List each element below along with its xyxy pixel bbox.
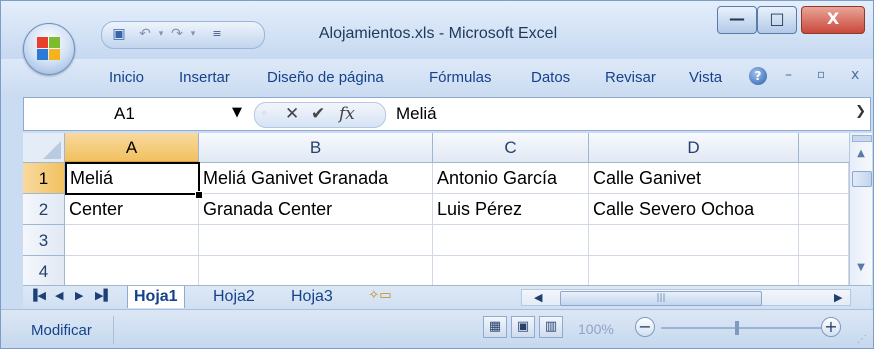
cell-c1[interactable]: Antonio García: [433, 163, 589, 194]
vertical-scrollbar[interactable]: ▲ ▼: [849, 133, 872, 285]
column-header-b[interactable]: B: [199, 133, 433, 163]
tab-vista[interactable]: Vista: [689, 69, 722, 86]
status-bar: Modificar ▦ ▣ ▥ 100% − + ⋰: [1, 309, 873, 348]
scroll-right-icon[interactable]: ▶: [834, 291, 842, 304]
workbook-restore-icon[interactable]: ▫: [817, 67, 825, 81]
tab-revisar[interactable]: Revisar: [605, 69, 656, 86]
help-icon[interactable]: ?: [749, 67, 767, 85]
cell-b3[interactable]: [199, 225, 433, 256]
cell-a1[interactable]: Meliá: [65, 162, 200, 195]
vertical-scroll-thumb[interactable]: [852, 171, 872, 187]
horizontal-scroll-thumb[interactable]: |||: [560, 291, 762, 306]
cell-d4[interactable]: [589, 256, 799, 285]
workbook-minimize-icon[interactable]: –: [785, 67, 792, 83]
cell-d3[interactable]: [589, 225, 799, 256]
grip-icon: ◦: [261, 107, 268, 120]
enter-icon[interactable]: ✔: [311, 104, 325, 124]
office-button[interactable]: [23, 23, 75, 75]
cancel-icon[interactable]: ✕: [285, 104, 299, 124]
sheet-tab-hoja1[interactable]: Hoja1: [127, 286, 185, 308]
office-logo-icon: [37, 37, 61, 61]
vertical-split-box[interactable]: [852, 135, 872, 142]
status-mode: Modificar: [31, 322, 92, 339]
column-header-e[interactable]: [799, 133, 849, 163]
title-bar: ▣ ↶ ▾ ↷ ▾ ≡ Alojamientos.xls - Microsoft…: [1, 1, 873, 59]
cell-b4[interactable]: [199, 256, 433, 285]
cell-b1[interactable]: Meliá Ganivet Granada: [199, 163, 433, 194]
minimize-button[interactable]: —: [717, 6, 757, 34]
sheet-tabs-bar: ▐◀ ◀ ▶ ▶▌ Hoja1 Hoja2 Hoja3 ✧▭ ◀ ||| ▶: [23, 285, 871, 310]
status-separator: [113, 316, 114, 344]
zoom-slider[interactable]: [661, 327, 821, 329]
insert-function-icon[interactable]: fx: [339, 104, 355, 124]
scroll-down-icon[interactable]: ▼: [852, 261, 870, 275]
column-header-c[interactable]: C: [433, 133, 589, 163]
sheet-tab-hoja3[interactable]: Hoja3: [291, 286, 333, 308]
row-header-2[interactable]: 2: [23, 194, 65, 225]
formula-buttons: ◦ ✕ ✔ fx: [254, 102, 386, 128]
zoom-level[interactable]: 100%: [578, 321, 614, 337]
formula-bar: A1 ▼ ◦ ✕ ✔ fx Meliá ❯: [23, 97, 871, 131]
workbook-close-icon[interactable]: x: [851, 67, 859, 83]
last-sheet-icon[interactable]: ▶▌: [95, 289, 112, 302]
sheet-tab-hoja2[interactable]: Hoja2: [213, 286, 255, 308]
normal-view-button[interactable]: ▦: [483, 316, 507, 338]
select-all-button[interactable]: [23, 133, 65, 163]
scroll-up-icon[interactable]: ▲: [852, 147, 870, 161]
minimize-icon: —: [729, 9, 745, 28]
cell-e3[interactable]: [799, 225, 849, 256]
cell-e4[interactable]: [799, 256, 849, 285]
column-header-d[interactable]: D: [589, 133, 799, 163]
cell-d2[interactable]: Calle Severo Ochoa: [589, 194, 799, 225]
excel-window: ▣ ↶ ▾ ↷ ▾ ≡ Alojamientos.xls - Microsoft…: [0, 0, 874, 349]
next-sheet-icon[interactable]: ▶: [75, 289, 83, 302]
expand-formula-bar-icon[interactable]: ❯: [855, 104, 866, 119]
page-layout-view-button[interactable]: ▣: [511, 316, 535, 338]
tab-datos[interactable]: Datos: [531, 69, 570, 86]
zoom-slider-thumb[interactable]: [735, 321, 739, 335]
zoom-out-icon[interactable]: −: [635, 317, 655, 337]
name-box-dropdown-icon[interactable]: ▼: [232, 105, 242, 120]
spreadsheet-grid: A B C D 1 2 3 4 Meliá Ganivet Granada An…: [23, 133, 849, 285]
tab-formulas[interactable]: Fórmulas: [429, 69, 492, 86]
row-header-4[interactable]: 4: [23, 256, 65, 285]
horizontal-scrollbar[interactable]: ◀ ||| ▶: [521, 289, 851, 306]
ribbon-tabs: Inicio Insertar Diseño de página Fórmula…: [1, 59, 873, 97]
fill-handle[interactable]: [195, 191, 203, 199]
name-box[interactable]: A1 ▼: [24, 98, 274, 130]
cell-a2[interactable]: Center: [65, 194, 199, 225]
cell-a4[interactable]: [65, 256, 199, 285]
tab-insertar[interactable]: Insertar: [179, 69, 230, 86]
cell-e2[interactable]: [799, 194, 849, 225]
tab-diseno-pagina[interactable]: Diseño de página: [267, 69, 384, 86]
cell-d1[interactable]: Calle Ganivet: [589, 163, 799, 194]
maximize-button[interactable]: □: [757, 6, 797, 34]
maximize-icon: □: [769, 9, 785, 28]
row-header-1[interactable]: 1: [23, 163, 65, 194]
cell-e1[interactable]: [799, 163, 849, 194]
cell-c3[interactable]: [433, 225, 589, 256]
zoom-in-icon[interactable]: +: [821, 317, 841, 337]
page-break-view-button[interactable]: ▥: [539, 316, 563, 338]
close-button[interactable]: X: [801, 6, 865, 34]
first-sheet-icon[interactable]: ▐◀: [29, 289, 46, 302]
scroll-left-icon[interactable]: ◀: [534, 291, 542, 304]
resize-grip-icon[interactable]: ⋰: [857, 334, 867, 345]
close-icon: X: [826, 9, 840, 28]
name-box-value: A1: [114, 104, 135, 123]
cell-c2[interactable]: Luis Pérez: [433, 194, 589, 225]
row-header-3[interactable]: 3: [23, 225, 65, 256]
insert-sheet-icon[interactable]: ✧▭: [367, 288, 393, 306]
formula-input[interactable]: Meliá: [396, 104, 437, 124]
cell-a3[interactable]: [65, 225, 199, 256]
cell-b2[interactable]: Granada Center: [199, 194, 433, 225]
cell-c4[interactable]: [433, 256, 589, 285]
prev-sheet-icon[interactable]: ◀: [55, 289, 63, 302]
column-header-a[interactable]: A: [65, 133, 199, 163]
tab-inicio[interactable]: Inicio: [109, 69, 144, 86]
